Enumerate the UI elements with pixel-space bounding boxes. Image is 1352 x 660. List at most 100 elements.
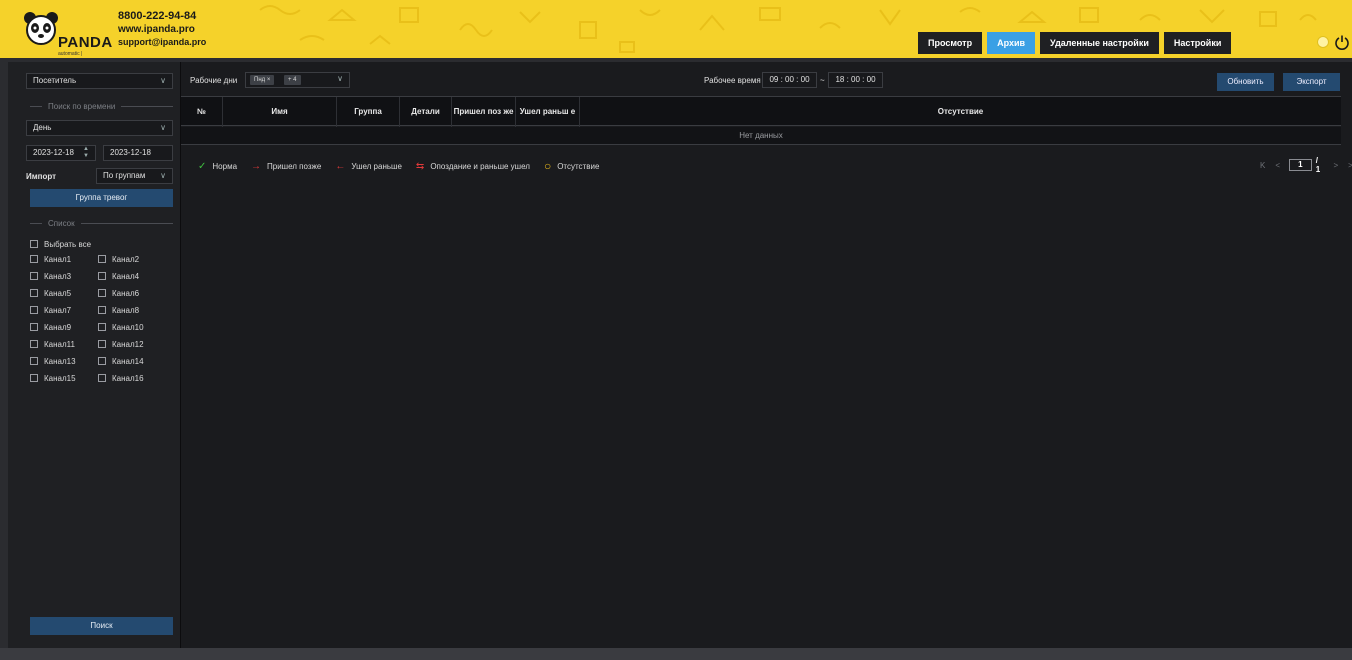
contact-email[interactable]: support@ipanda.pro	[118, 36, 206, 49]
nav-tab-archive[interactable]: Архив	[987, 32, 1036, 54]
more-days-tag[interactable]: + 4	[284, 75, 301, 85]
col-name[interactable]: Имя	[223, 97, 337, 127]
channel-checkbox[interactable]: Канал4	[98, 270, 139, 282]
checkbox-icon[interactable]	[98, 374, 106, 382]
chevron-down-icon: ∨	[160, 76, 166, 85]
contact-website[interactable]: www.ipanda.pro	[118, 23, 206, 36]
page-input[interactable]: 1	[1289, 159, 1312, 171]
checkbox-icon[interactable]	[30, 272, 38, 280]
channel-checkbox[interactable]: Канал11	[30, 338, 75, 350]
col-late[interactable]: Пришел поз же	[452, 97, 516, 127]
checkbox-icon[interactable]	[98, 340, 106, 348]
channel-checkbox[interactable]: Канал15	[30, 372, 76, 384]
channel-label: Канал15	[44, 373, 76, 383]
channel-checkbox[interactable]: Канал5	[30, 287, 71, 299]
channel-checkbox[interactable]: Канал8	[98, 304, 139, 316]
last-page-icon[interactable]: >|	[1348, 161, 1352, 170]
import-label: Импорт	[26, 172, 57, 181]
next-page-icon[interactable]: >	[1333, 161, 1338, 170]
legend-item: → Пришел позже	[251, 161, 321, 172]
mode-select-value: Посетитель	[33, 76, 77, 85]
checkbox-icon[interactable]	[30, 357, 38, 365]
mode-select[interactable]: Посетитель ∨	[26, 73, 173, 89]
channel-checkbox[interactable]: Канал1	[30, 253, 71, 265]
channel-checkbox[interactable]: Канал13	[30, 355, 76, 367]
checkbox-icon[interactable]	[98, 323, 106, 331]
channel-label: Канал10	[112, 322, 144, 332]
first-page-icon[interactable]: K	[1260, 161, 1265, 170]
time-from-input[interactable]: 09 : 00 : 00	[762, 72, 817, 88]
date-from-input[interactable]: 2023-12-18 ▲ ▼	[26, 145, 96, 161]
close-icon[interactable]: ×	[267, 77, 271, 83]
spin-icon[interactable]: ▲ ▼	[83, 146, 89, 160]
channel-label: Канал7	[44, 305, 72, 315]
power-icon[interactable]	[1334, 34, 1350, 50]
app-header: PANDA automatic | 8800-222-94-84 www.ipa…	[0, 0, 1352, 58]
refresh-button[interactable]: Обновить	[1217, 73, 1274, 91]
channel-label: Канал13	[44, 356, 76, 366]
col-absence[interactable]: Отсутствие	[580, 97, 1341, 127]
col-early[interactable]: Ушел раньш е	[516, 97, 580, 127]
checkbox-icon[interactable]	[98, 357, 106, 365]
worktime-label: Рабочее время	[704, 76, 761, 85]
prev-page-icon[interactable]: <	[1275, 161, 1280, 170]
chevron-down-icon: ∨	[160, 171, 166, 180]
checkbox-icon[interactable]	[30, 306, 38, 314]
list-divider: Список	[30, 218, 173, 228]
date-to-input[interactable]: 2023-12-18	[103, 145, 173, 161]
channel-checkbox[interactable]: Канал10	[98, 321, 144, 333]
checkbox-icon[interactable]	[98, 306, 106, 314]
nav-tab-settings[interactable]: Настройки	[1163, 32, 1232, 54]
search-button[interactable]: Поиск	[30, 617, 173, 635]
channel-checkbox[interactable]: Канал3	[30, 270, 71, 282]
channel-checkbox[interactable]: Канал2	[98, 253, 139, 265]
checkbox-icon[interactable]	[98, 272, 106, 280]
list-label: Список	[48, 218, 75, 228]
select-all-checkbox[interactable]: Выбрать все	[30, 238, 91, 250]
import-select[interactable]: По группам ∨	[96, 168, 173, 184]
day-tag-label: Пнд	[254, 77, 266, 83]
arrow-right-icon: →	[251, 160, 262, 172]
workdays-select[interactable]: Пнд × + 4 ∨	[245, 72, 350, 88]
chevron-down-icon: ∨	[337, 74, 343, 83]
chevron-down-icon: ∨	[160, 123, 166, 132]
period-select[interactable]: День ∨	[26, 120, 173, 136]
checkbox-icon[interactable]	[30, 255, 38, 263]
checkbox-icon[interactable]	[30, 240, 38, 248]
export-button[interactable]: Экспорт	[1283, 73, 1340, 91]
checkbox-icon[interactable]	[30, 289, 38, 297]
channel-label: Канал14	[112, 356, 144, 366]
checkbox-icon[interactable]	[30, 323, 38, 331]
channel-checkbox[interactable]: Канал9	[30, 321, 71, 333]
channel-label: Канал5	[44, 288, 72, 298]
info-icon[interactable]	[1317, 36, 1329, 48]
time-to-input[interactable]: 18 : 00 : 00	[828, 72, 883, 88]
day-tag[interactable]: Пнд ×	[250, 75, 275, 85]
channel-label: Канал2	[112, 254, 140, 264]
col-group[interactable]: Группа	[337, 97, 400, 127]
channel-checkbox[interactable]: Канал12	[98, 338, 144, 350]
legend-item: ← Ушел раньше	[335, 161, 402, 172]
checkbox-icon[interactable]	[30, 374, 38, 382]
check-icon: ✓	[198, 160, 207, 172]
channel-checkbox[interactable]: Канал14	[98, 355, 144, 367]
date-from-value: 2023-12-18	[33, 148, 74, 157]
legend-label: Норма	[212, 161, 238, 171]
checkbox-icon[interactable]	[30, 340, 38, 348]
legend-label: Пришел позже	[267, 161, 322, 171]
channel-label: Канал11	[44, 339, 75, 349]
channel-label: Канал8	[112, 305, 140, 315]
channel-checkbox[interactable]: Канал16	[98, 372, 144, 384]
col-details[interactable]: Детали	[400, 97, 452, 127]
brand-name: PANDA	[58, 34, 113, 51]
checkbox-icon[interactable]	[98, 289, 106, 297]
alarm-group-button[interactable]: Группа тревог	[30, 189, 173, 207]
channel-checkbox[interactable]: Канал6	[98, 287, 139, 299]
swap-arrows-icon: ⇆	[415, 160, 425, 172]
checkbox-icon[interactable]	[98, 255, 106, 263]
nav-tab-live[interactable]: Просмотр	[918, 32, 983, 54]
channel-checkbox[interactable]: Канал7	[30, 304, 71, 316]
col-number[interactable]: №	[181, 97, 223, 127]
nav-tab-remote-settings[interactable]: Удаленные настройки	[1040, 32, 1159, 54]
panda-face-icon	[24, 12, 58, 45]
